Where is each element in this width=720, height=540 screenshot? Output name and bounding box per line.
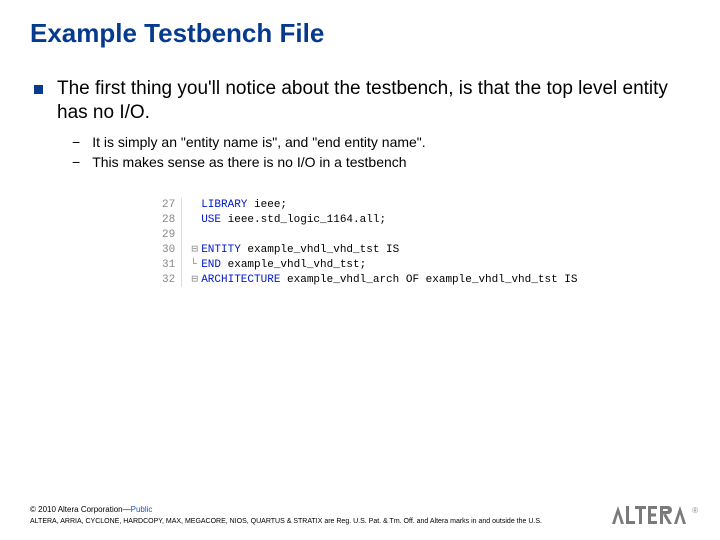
code-line-numbers: 272829303132: [162, 198, 182, 287]
code-snippet: 272829303132 LIBRARY ieee; USE ieee.std_…: [162, 198, 690, 287]
footer: © 2010 Altera Corporation—Public ALTERA,…: [30, 505, 600, 526]
code-content: LIBRARY ieee; USE ieee.std_logic_1164.al…: [190, 198, 577, 287]
registered-icon: ®: [692, 506, 698, 515]
sub-bullet-item: − It is simply an "entity name is", and …: [72, 133, 690, 152]
altera-logo: ®: [612, 504, 698, 526]
square-bullet-icon: [34, 85, 43, 94]
copyright-text: © 2010 Altera Corporation—Public: [30, 505, 600, 514]
bullet-text: The first thing you'll notice about the …: [57, 77, 690, 125]
dash-bullet-icon: −: [72, 133, 80, 152]
legal-text: ALTERA, ARRIA, CYCLONE, HARDCOPY, MAX, M…: [30, 518, 600, 526]
copyright-public: Public: [131, 505, 153, 514]
sub-bullet-text: It is simply an "entity name is", and "e…: [92, 133, 425, 152]
sub-bullet-text: This makes sense as there is no I/O in a…: [92, 153, 406, 172]
bullet-item: The first thing you'll notice about the …: [34, 77, 690, 125]
page-title: Example Testbench File: [30, 18, 690, 49]
sub-bullet-list: − It is simply an "entity name is", and …: [72, 133, 690, 173]
dash-bullet-icon: −: [72, 153, 80, 172]
sub-bullet-item: − This makes sense as there is no I/O in…: [72, 153, 690, 172]
copyright-prefix: © 2010 Altera Corporation—: [30, 505, 131, 514]
